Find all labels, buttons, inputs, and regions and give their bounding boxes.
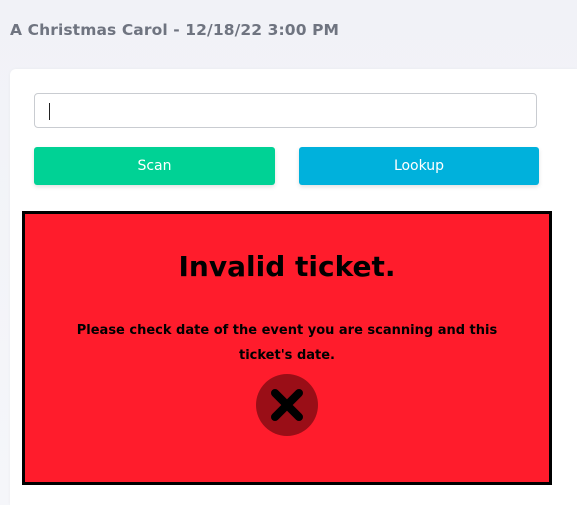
alert-message: Please check date of the event you are s… <box>76 323 498 363</box>
text-cursor <box>49 103 50 120</box>
x-circle-icon <box>256 374 318 436</box>
lookup-button[interactable]: Lookup <box>299 147 539 185</box>
scan-button[interactable]: Scan <box>34 147 275 185</box>
alert-title: Invalid ticket. <box>178 250 396 283</box>
ticket-code-input[interactable] <box>34 93 537 128</box>
page-title: A Christmas Carol - 12/18/22 3:00 PM <box>10 21 340 39</box>
scanner-card: Scan Lookup Invalid ticket. Please check… <box>10 69 577 505</box>
x-mark-icon <box>271 389 303 421</box>
invalid-ticket-alert: Invalid ticket. Please check date of the… <box>22 211 552 485</box>
